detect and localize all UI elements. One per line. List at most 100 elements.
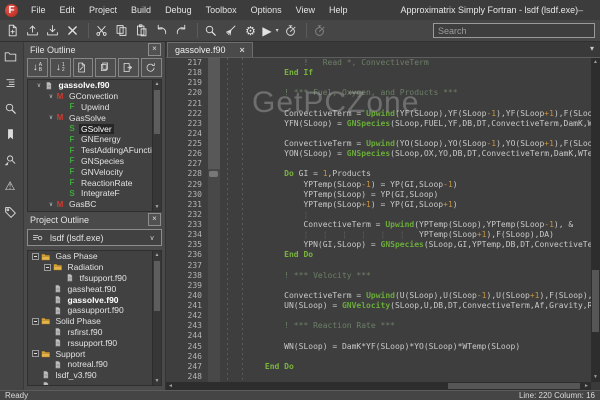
- undo-button[interactable]: [153, 22, 173, 40]
- menu-edit[interactable]: Edit: [53, 0, 83, 20]
- menu-options[interactable]: Options: [244, 0, 289, 20]
- profile-button[interactable]: [282, 22, 302, 40]
- tree-item-gassolve[interactable]: ∨MGasSolve: [28, 112, 161, 123]
- scroll-right-icon[interactable]: ►: [582, 383, 591, 389]
- tree-item-integratef[interactable]: SIntegrateF: [28, 188, 161, 199]
- menu-project[interactable]: Project: [82, 0, 124, 20]
- tree-item-label: notreal.f90: [66, 359, 110, 369]
- menu-build[interactable]: Build: [124, 0, 158, 20]
- tree-item-tfsupport.f90[interactable]: tfsupport.f90: [28, 273, 161, 284]
- build-clean-button[interactable]: [222, 22, 242, 40]
- tree-item-gnspecies[interactable]: FGNSpecies: [28, 156, 161, 167]
- project-outline-close-icon[interactable]: ×: [148, 213, 161, 226]
- close-file-button[interactable]: [64, 22, 84, 40]
- menu-help[interactable]: Help: [322, 0, 355, 20]
- scroll-down-icon[interactable]: ▼: [591, 373, 600, 382]
- tree-item-gconvection[interactable]: ∨MGConvection: [28, 91, 161, 102]
- editor-horizontal-scrollbar[interactable]: ◄ ►: [166, 382, 591, 390]
- scroll-up-icon[interactable]: ▲: [153, 80, 161, 88]
- tree-item-gsolver[interactable]: SGSolver: [28, 123, 161, 134]
- copy-outline-button[interactable]: [95, 58, 116, 77]
- scroll-down-icon[interactable]: ▼: [153, 203, 161, 211]
- sidebar-find-button[interactable]: [2, 98, 22, 118]
- collapse-box-icon[interactable]: [44, 264, 51, 271]
- sidebar-project-files-button[interactable]: [2, 46, 22, 66]
- tree-item-clipped[interactable]: [28, 381, 161, 386]
- copy-button[interactable]: [113, 22, 133, 40]
- tab-list-dropdown-icon[interactable]: ▾: [590, 44, 594, 53]
- tree-item-support[interactable]: Support: [28, 348, 161, 359]
- tree-item-gas-phase[interactable]: Gas Phase: [28, 251, 161, 262]
- tree-item-gnvelocity[interactable]: FGNVelocity: [28, 166, 161, 177]
- scrollbar-thumb[interactable]: [154, 261, 160, 311]
- paste-button[interactable]: [133, 22, 153, 40]
- tree-item-solid-phase[interactable]: Solid Phase: [28, 316, 161, 327]
- collapse-box-icon[interactable]: [32, 350, 39, 357]
- scrollbar-thumb[interactable]: [592, 270, 599, 332]
- chevron-down-icon[interactable]: ∨: [46, 201, 56, 208]
- refresh-outline-button[interactable]: [141, 58, 162, 77]
- tree-item-notreal.f90[interactable]: notreal.f90: [28, 359, 161, 370]
- tree-item-reactionrate[interactable]: FReactionRate: [28, 177, 161, 188]
- tree-item-testaddingafunction[interactable]: FTestAddingAFunction: [28, 145, 161, 156]
- tree-item-genergybc[interactable]: SGEnergyBC: [28, 210, 161, 212]
- scroll-left-icon[interactable]: ◄: [166, 383, 175, 389]
- build-options-button[interactable]: ⚙: [242, 22, 262, 40]
- tab-gassolve[interactable]: gassolve.f90 ×: [167, 42, 253, 57]
- sort-position-button[interactable]: ↓12: [50, 58, 71, 77]
- tree-item-gassolve.f90[interactable]: gassolve.f90: [28, 294, 161, 305]
- file-outline-close-icon[interactable]: ×: [148, 43, 161, 56]
- tree-item-gassolve.f90[interactable]: ∨gassolve.f90: [28, 80, 161, 91]
- cut-button[interactable]: [93, 22, 113, 40]
- scrollbar-thumb[interactable]: [154, 90, 160, 134]
- scroll-up-icon[interactable]: ▲: [591, 58, 600, 67]
- tree-item-gasbc[interactable]: ∨MGasBC: [28, 199, 161, 210]
- file-outline-scrollbar[interactable]: ▲ ▼: [152, 80, 161, 211]
- search-input[interactable]: [433, 23, 595, 38]
- collapse-box-icon[interactable]: [32, 318, 39, 325]
- dropdown-arrow-icon[interactable]: ▾: [276, 27, 282, 34]
- minimize-button[interactable]: –: [578, 5, 583, 15]
- tree-item-gassupport.f90[interactable]: gassupport.f90: [28, 305, 161, 316]
- collapse-box-icon[interactable]: [32, 253, 39, 260]
- project-outline-scrollbar[interactable]: ▲ ▼: [152, 251, 161, 385]
- sidebar-warnings-button[interactable]: ⚠: [2, 176, 22, 196]
- edit-item-button[interactable]: [73, 58, 94, 77]
- fold-marker-icon[interactable]: [209, 171, 218, 177]
- code-text: ! *** Reaction Rate ***: [220, 321, 591, 331]
- scrollbar-thumb[interactable]: [448, 383, 580, 389]
- export-outline-button[interactable]: [118, 58, 139, 77]
- redo-button[interactable]: [173, 22, 193, 40]
- sort-alpha-button[interactable]: ↓AB: [27, 58, 48, 77]
- chevron-down-icon[interactable]: ∨: [34, 82, 44, 89]
- tree-item-gassheat.f90[interactable]: gassheat.f90: [28, 283, 161, 294]
- scroll-down-icon[interactable]: ▼: [153, 377, 161, 385]
- project-selector[interactable]: lsdf (lsdf.exe) ∨: [27, 229, 162, 246]
- new-file-button[interactable]: [4, 22, 24, 40]
- sidebar-bookmark-button[interactable]: [2, 124, 22, 144]
- scroll-up-icon[interactable]: ▲: [153, 251, 161, 259]
- save-file-button[interactable]: [44, 22, 64, 40]
- menu-file[interactable]: File: [24, 0, 53, 20]
- menu-debug[interactable]: Debug: [158, 0, 199, 20]
- sidebar-find-symbol-button[interactable]: [2, 150, 22, 170]
- tree-item-rsfirst.f90[interactable]: rsfirst.f90: [28, 327, 161, 338]
- chevron-down-icon[interactable]: ∨: [46, 114, 56, 121]
- tree-item-upwind[interactable]: FUpwind: [28, 102, 161, 113]
- sidebar-labels-button[interactable]: [2, 202, 22, 222]
- find-button[interactable]: [202, 22, 222, 40]
- tree-item-radiation[interactable]: Radiation: [28, 262, 161, 273]
- open-file-button[interactable]: [24, 22, 44, 40]
- menu-toolbox[interactable]: Toolbox: [199, 0, 244, 20]
- run-button[interactable]: ▶▾: [262, 22, 282, 40]
- chevron-down-icon[interactable]: ∨: [46, 93, 56, 100]
- code-area[interactable]: 217 ! Read *, ConvectiveTerm218 End If21…: [166, 58, 591, 382]
- tab-close-icon[interactable]: ×: [240, 45, 245, 55]
- tree-item-gnenergy[interactable]: FGNEnergy: [28, 134, 161, 145]
- debug-timer-button[interactable]: [311, 22, 331, 40]
- editor-vertical-scrollbar[interactable]: ▲ ▼: [591, 58, 600, 382]
- tree-item-rssupport.f90[interactable]: rssupport.f90: [28, 337, 161, 348]
- tree-item-lsdf-v3.f90[interactable]: lsdf_v3.f90: [28, 370, 161, 381]
- sidebar-outline-button[interactable]: [2, 72, 22, 92]
- menu-view[interactable]: View: [289, 0, 322, 20]
